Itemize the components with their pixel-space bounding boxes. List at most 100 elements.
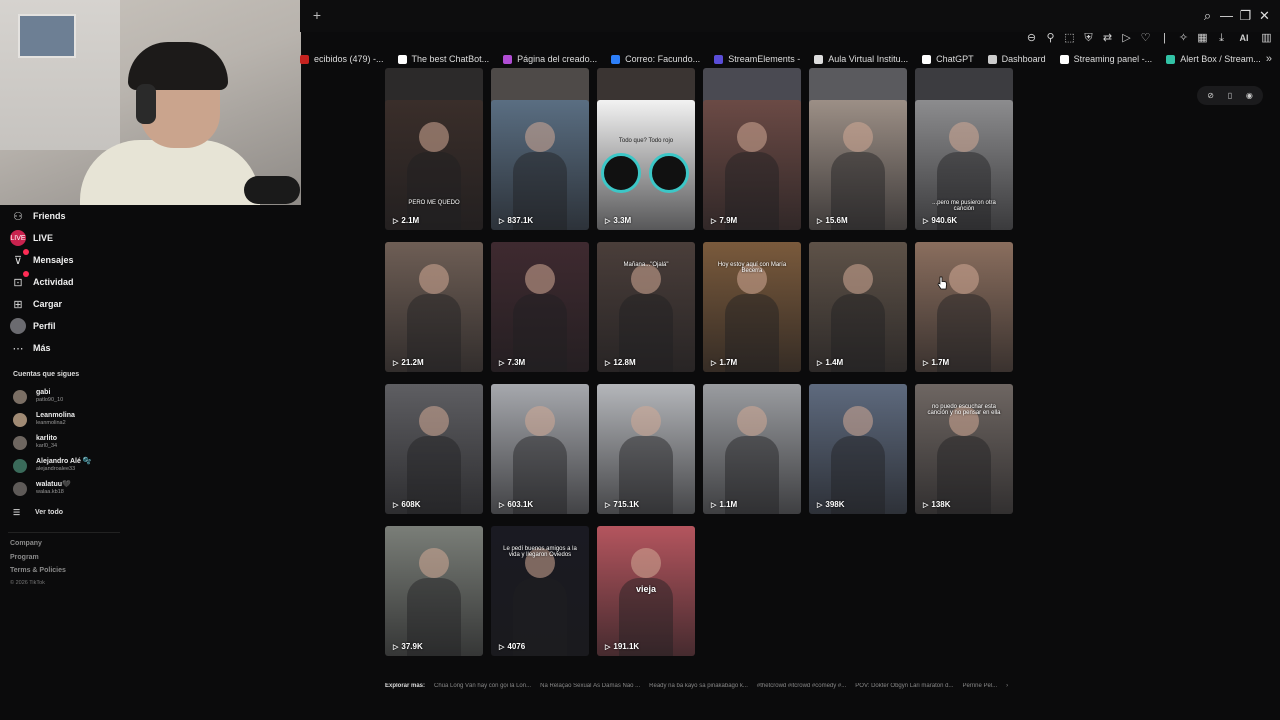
- sidebar-item-cargar[interactable]: ⊞ Cargar: [10, 295, 62, 313]
- video-card[interactable]: ▷ 603.1K: [491, 384, 589, 514]
- chevron-right-icon[interactable]: ›: [1006, 683, 1008, 689]
- account-name: Leanmolina: [36, 412, 75, 419]
- user-avatar-icon[interactable]: ◉: [1244, 90, 1255, 101]
- view-count-text: 940.6K: [931, 216, 958, 225]
- view-count-text: 1.7M: [719, 358, 738, 367]
- caption-overlay: no puedo escuchar esta canción y no pens…: [927, 404, 1001, 416]
- bookmark-item[interactable]: The best ChatBot...: [397, 54, 490, 64]
- translate-icon[interactable]: ⇄: [1100, 31, 1115, 46]
- close-window-button[interactable]: ✕: [1255, 8, 1274, 24]
- phone-icon[interactable]: ▯: [1224, 90, 1235, 101]
- pin-icon[interactable]: ⚲: [1043, 31, 1058, 46]
- followed-account[interactable]: walatuu🖤 walaa.kb18: [13, 481, 71, 496]
- video-card[interactable]: Todo que? Todo rojo ▷ 3.3M: [597, 100, 695, 230]
- sidebar: Cuentas que sigues ☰ Ver todo Company Pr…: [0, 205, 300, 720]
- video-card[interactable]: ▷ 15.6M: [809, 100, 907, 230]
- view-count: ▷ 1.1M: [711, 500, 737, 509]
- thumbnail-figure: [737, 406, 767, 436]
- video-card[interactable]: Mañana..."Ojalá" ▷ 12.8M: [597, 242, 695, 372]
- explore-label: Explorar más:: [385, 683, 426, 689]
- favorite-icon[interactable]: ♡: [1138, 31, 1153, 46]
- download-icon[interactable]: ⤓: [1214, 31, 1229, 46]
- video-card[interactable]: ...pero me pusieron otra canción ▷ 940.6K: [915, 100, 1013, 230]
- sidebar-item-perfil[interactable]: Perfil: [10, 317, 56, 335]
- see-all-link[interactable]: ☰ Ver todo: [13, 508, 63, 517]
- footer-program[interactable]: Program: [10, 554, 39, 561]
- screenshot-icon[interactable]: ⬚: [1062, 31, 1077, 46]
- explore-link[interactable]: Na Relação Sexual Às Damas Não ...: [540, 683, 640, 689]
- browser-search-icon[interactable]: ⌕: [1198, 8, 1217, 24]
- video-card[interactable]: ▷ 837.1K: [491, 100, 589, 230]
- sidebar-item-label: Actividad: [33, 277, 74, 287]
- view-count-text: 1.4M: [825, 358, 844, 367]
- messages-icon: ⊽: [10, 249, 29, 268]
- bookmark-item[interactable]: StreamElements -: [714, 54, 800, 64]
- video-card[interactable]: vieja ▷ 191.1K: [597, 526, 695, 656]
- view-count-text: 15.6M: [825, 216, 848, 225]
- extensions-icon[interactable]: ✧: [1176, 31, 1191, 46]
- footer-terms[interactable]: Terms & Policies: [10, 567, 66, 574]
- video-card[interactable]: ▷ 21.2M: [385, 242, 483, 372]
- sidebar-item-ms[interactable]: ⋯ Más: [10, 339, 51, 357]
- explore-link[interactable]: Perrine Pel...: [962, 683, 997, 689]
- bookmark-item[interactable]: Aula Virtual Institu...: [814, 54, 908, 64]
- thumbnail-figure: [631, 264, 661, 294]
- bookmark-item[interactable]: ecibidos (479) -...: [300, 54, 384, 64]
- sidebar-item-live[interactable]: LIVE LIVE: [10, 229, 53, 247]
- bookmark-item[interactable]: Correo: Facundo...: [611, 54, 700, 64]
- sidebar-toggle-icon[interactable]: ▥: [1259, 31, 1274, 46]
- followed-account[interactable]: gabi patlo90_10: [13, 389, 63, 404]
- video-card[interactable]: PERO ME QUEDO ▷ 2.1M: [385, 100, 483, 230]
- bookmark-item[interactable]: ChatGPT: [922, 54, 974, 64]
- profile-avatar-icon: [10, 318, 26, 334]
- video-card[interactable]: ▷ 37.9K: [385, 526, 483, 656]
- restore-button[interactable]: ❐: [1236, 8, 1255, 24]
- avatar: [13, 481, 27, 496]
- video-card[interactable]: ▷ 715.1K: [597, 384, 695, 514]
- followed-account[interactable]: karlito karl0_34: [13, 435, 57, 450]
- video-card[interactable]: ▷ 1.4M: [809, 242, 907, 372]
- bookmark-favicon-icon: [503, 54, 513, 64]
- minimize-button[interactable]: —: [1217, 8, 1236, 24]
- followed-account[interactable]: Leanmolina leanmolina2: [13, 412, 75, 427]
- bookmark-item[interactable]: Streaming panel -...: [1059, 54, 1152, 64]
- sidebar-item-actividad[interactable]: ⊡ Actividad: [10, 271, 74, 291]
- followed-account[interactable]: Alejandro Alé 🫧 alejandroalee33: [13, 458, 92, 473]
- shield-icon[interactable]: ⛨: [1081, 31, 1096, 46]
- video-card[interactable]: ▷ 7.3M: [491, 242, 589, 372]
- bookmark-label: The best ChatBot...: [411, 54, 490, 64]
- explore-link[interactable]: POV: Dokter Obgyn Lari maraton d...: [855, 683, 953, 689]
- ai-button[interactable]: AI: [1233, 31, 1255, 46]
- play-icon: ▷: [711, 359, 717, 367]
- play-icon: ▷: [605, 217, 611, 225]
- extension-avatar-icon[interactable]: ▦: [1195, 31, 1210, 46]
- bookmarks-overflow-icon[interactable]: »: [1266, 53, 1272, 65]
- bookmark-item[interactable]: Dashboard: [987, 54, 1046, 64]
- bookmark-item[interactable]: Página del creado...: [503, 54, 597, 64]
- compass-icon[interactable]: ⊘: [1205, 90, 1216, 101]
- person-shirt: [80, 140, 260, 205]
- video-card[interactable]: ▷ 608K: [385, 384, 483, 514]
- explore-link[interactable]: Chùa Long Vân hay còn gọi là Lon...: [434, 683, 531, 689]
- play-icon: ▷: [605, 643, 611, 651]
- explore-link[interactable]: #thetcrowd #itcrowd #comedy #...: [757, 683, 846, 689]
- view-count: ▷ 3.3M: [605, 216, 631, 225]
- sidebar-item-friends[interactable]: ⚇ Friends: [10, 207, 65, 225]
- video-card[interactable]: Hoy estoy aquí con María Becerra ▷ 1.7M: [703, 242, 801, 372]
- bookmark-item[interactable]: Alert Box / Stream...: [1166, 54, 1261, 64]
- video-card[interactable]: ▷ 1.1M: [703, 384, 801, 514]
- avatar: [13, 389, 27, 404]
- sidebar-item-mensajes[interactable]: ⊽ Mensajes: [10, 249, 74, 269]
- footer-company[interactable]: Company: [10, 540, 42, 547]
- zoom-icon[interactable]: ⊖: [1024, 31, 1039, 46]
- explore-link[interactable]: Ready na ba kayo sa pinakabago k...: [649, 683, 748, 689]
- video-card[interactable]: ▷ 7.9M: [703, 100, 801, 230]
- video-card[interactable]: ▷ 398K: [809, 384, 907, 514]
- player-icon[interactable]: ▷: [1119, 31, 1134, 46]
- new-tab-button[interactable]: +: [310, 8, 324, 22]
- webcam-overlay: [0, 0, 301, 205]
- video-card[interactable]: ▷ 1.7M: [915, 242, 1013, 372]
- video-card[interactable]: Le pedí buenos amigos a la vida y llegar…: [491, 526, 589, 656]
- bookmark-favicon-icon: [611, 54, 621, 64]
- video-card[interactable]: no puedo escuchar esta canción y no pens…: [915, 384, 1013, 514]
